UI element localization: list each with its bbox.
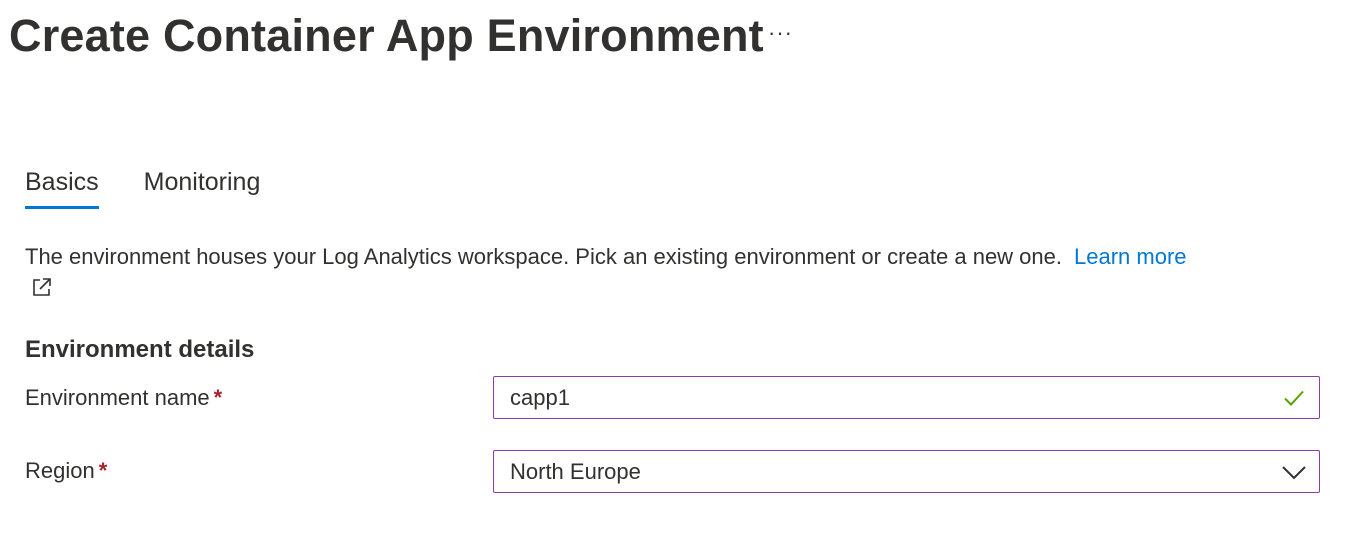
environment-name-label: Environment name * xyxy=(25,385,222,411)
checkmark-icon xyxy=(1284,390,1304,406)
description: The environment houses your Log Analytic… xyxy=(25,243,1325,271)
chevron-down-icon[interactable] xyxy=(1281,459,1307,485)
region-label: Region * xyxy=(25,458,107,484)
tab-bar: Basics Monitoring xyxy=(25,168,260,209)
description-text: The environment houses your Log Analytic… xyxy=(25,244,1062,269)
more-options-button[interactable]: ··· xyxy=(768,20,793,46)
environment-name-label-text: Environment name xyxy=(25,385,210,410)
region-label-text: Region xyxy=(25,458,95,483)
required-marker: * xyxy=(213,385,223,410)
environment-name-value: capp1 xyxy=(510,384,570,410)
page-title: Create Container App Environment xyxy=(9,10,764,61)
section-title: Environment details xyxy=(25,336,255,363)
tab-basics[interactable]: Basics xyxy=(25,168,99,209)
create-environment-page: Create Container App Environment ··· Bas… xyxy=(0,0,1348,560)
region-value: North Europe xyxy=(510,458,641,484)
external-link-icon[interactable] xyxy=(31,276,53,298)
learn-more-link[interactable]: Learn more xyxy=(1074,244,1187,269)
required-marker: * xyxy=(98,458,108,483)
tab-monitoring[interactable]: Monitoring xyxy=(144,168,261,209)
region-dropdown[interactable]: North Europe xyxy=(493,450,1320,493)
environment-name-input[interactable]: capp1 xyxy=(493,376,1320,419)
